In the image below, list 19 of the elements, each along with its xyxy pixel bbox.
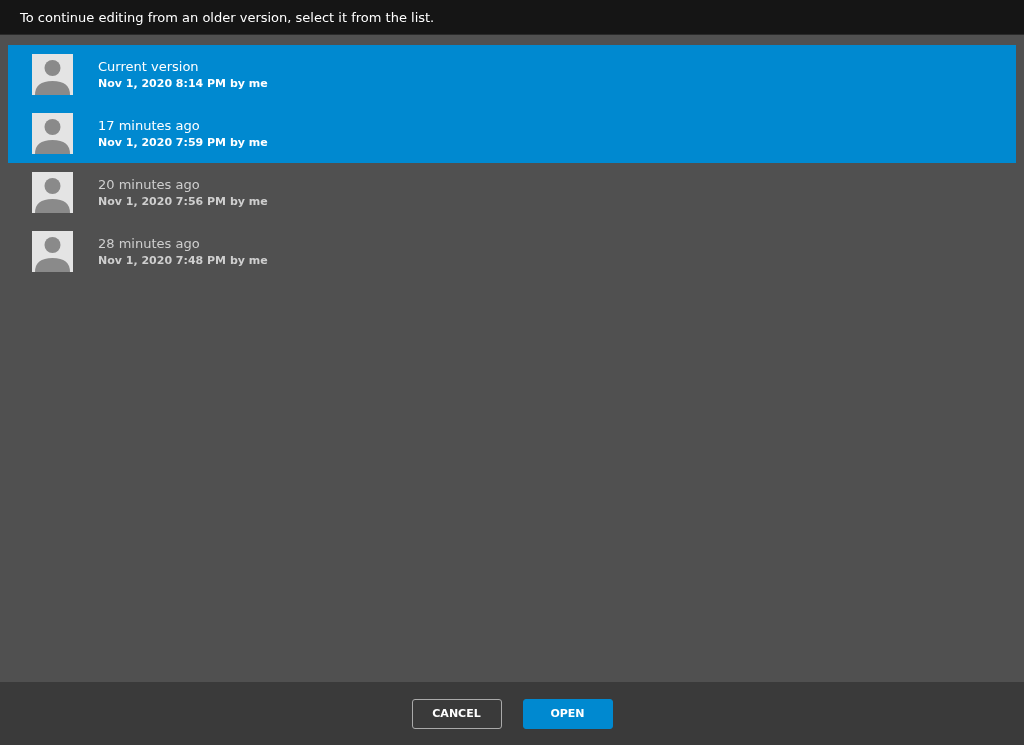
version-list-item[interactable]: 17 minutes ago Nov 1, 2020 7:59 PM by me — [8, 104, 1016, 163]
avatar-icon — [32, 172, 73, 213]
version-timestamp: Nov 1, 2020 7:56 PM by me — [98, 195, 268, 208]
avatar-icon — [32, 113, 73, 154]
version-list-item[interactable]: 28 minutes ago Nov 1, 2020 7:48 PM by me — [8, 222, 1016, 281]
version-timestamp: Nov 1, 2020 8:14 PM by me — [98, 77, 268, 90]
version-timestamp: Nov 1, 2020 7:48 PM by me — [98, 254, 268, 267]
version-title: 20 minutes ago — [98, 177, 201, 192]
version-title: Current version — [98, 59, 200, 74]
version-list-item[interactable]: Current version Nov 1, 2020 8:14 PM by me — [8, 45, 1016, 104]
avatar-icon — [32, 231, 73, 272]
avatar-icon — [32, 54, 73, 95]
version-list-item[interactable]: 20 minutes ago Nov 1, 2020 7:56 PM by me — [8, 163, 1016, 222]
version-title: 17 minutes ago — [98, 118, 201, 133]
cancel-button[interactable]: CANCEL — [411, 698, 502, 729]
version-title: 28 minutes ago — [98, 236, 201, 251]
version-timestamp: Nov 1, 2020 7:59 PM by me — [98, 136, 268, 149]
instruction-text: To continue editing from an older version, select it from the list. — [20, 9, 435, 25]
open-button[interactable]: OPEN — [522, 698, 613, 729]
